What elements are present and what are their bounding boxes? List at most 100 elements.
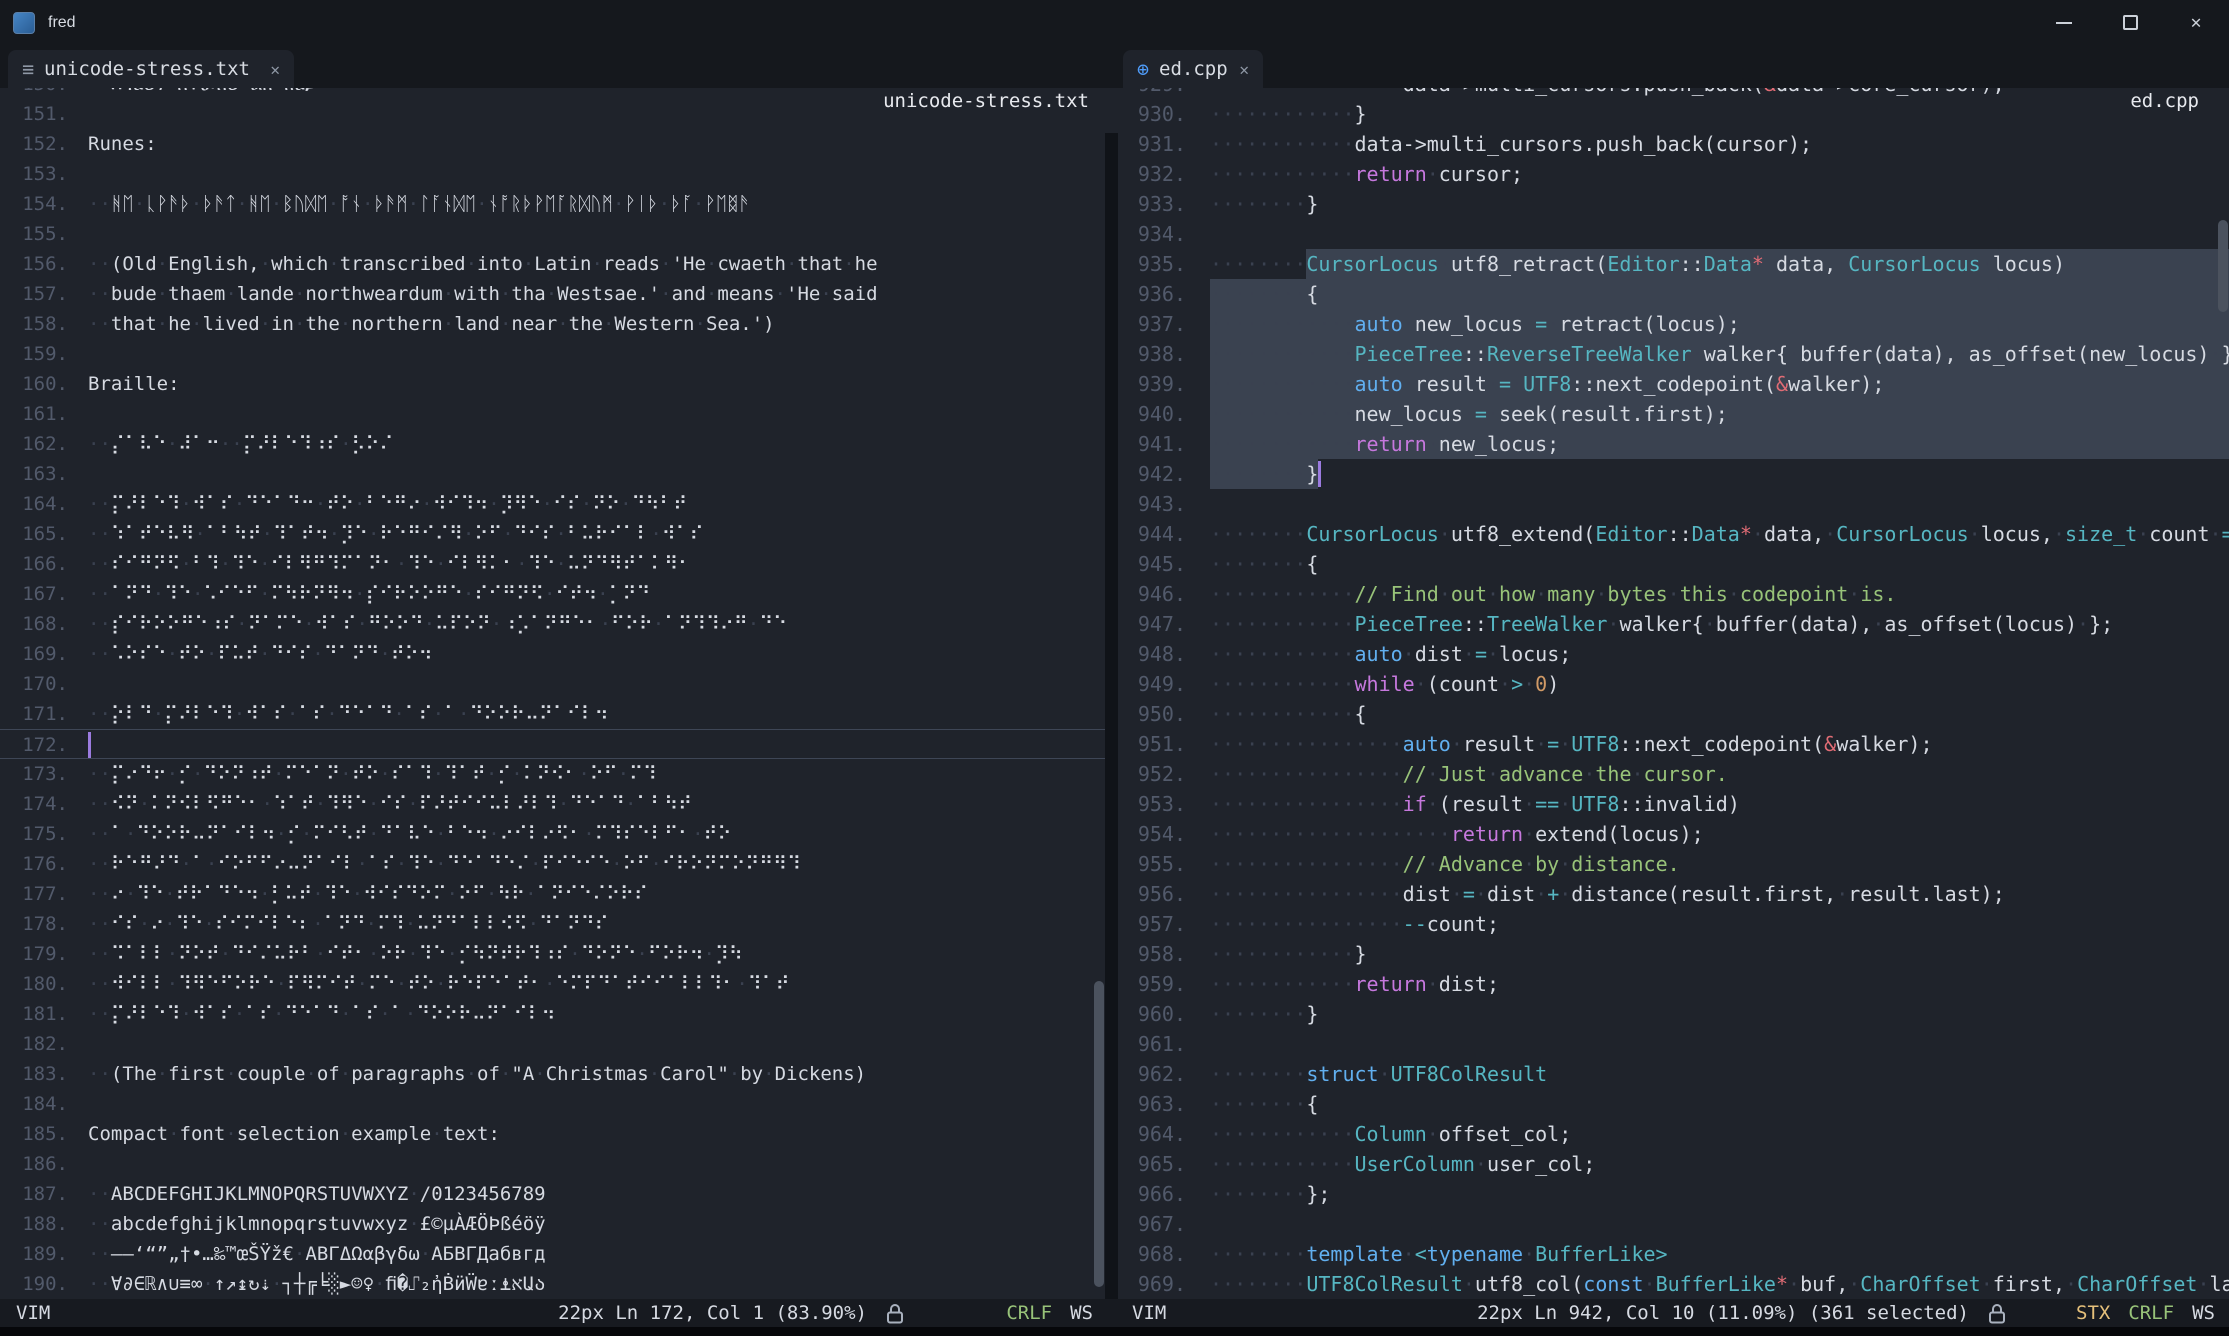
code-line[interactable]: 186. bbox=[0, 1149, 1105, 1179]
tab-ed-cpp[interactable]: ⊕ ed.cpp ✕ bbox=[1123, 50, 1263, 88]
code-line[interactable]: 936.········{ bbox=[1118, 279, 2229, 309]
code-line[interactable]: 960.········} bbox=[1118, 999, 2229, 1029]
code-line[interactable]: 156.··(Old·English,·which·transcribed·in… bbox=[0, 249, 1105, 279]
code-line[interactable]: 176.··⠗⠑⠛⠜⠙·⠁·⠊⠕⠋⠋⠔⠤⠝⠁⠊⠇·⠁⠎·⠹⠑·⠙⠑⠁⠙⠑⠌·⠏⠊… bbox=[0, 849, 1105, 879]
tab-unicode-stress-txt[interactable]: ≡ unicode-stress.txt ✕ bbox=[8, 50, 294, 88]
close-button[interactable]: ✕ bbox=[2163, 0, 2229, 45]
code-line[interactable]: 163. bbox=[0, 459, 1105, 489]
code-line[interactable]: 166.··⠎⠊⠛⠝⠫·⠃⠹·⠹⠑·⠊⠇⠻⠛⠹⠍⠁⠝⠂·⠹⠑·⠊⠇⠻⠅⠂·⠹⠑·… bbox=[0, 549, 1105, 579]
line-number: 964. bbox=[1130, 1119, 1186, 1149]
tab-close-icon[interactable]: ✕ bbox=[1239, 60, 1249, 79]
code-line[interactable]: 961. bbox=[1118, 1029, 2229, 1059]
status-flag-ws[interactable]: WS bbox=[2192, 1302, 2215, 1324]
code-line[interactable]: 965.············UserColumn·user_col; bbox=[1118, 1149, 2229, 1179]
code-line[interactable]: 942.········} bbox=[1118, 459, 2229, 489]
code-line[interactable]: 161. bbox=[0, 399, 1105, 429]
code-line[interactable]: 966.········}; bbox=[1118, 1179, 2229, 1209]
code-line[interactable]: 931.············data->multi_cursors.push… bbox=[1118, 129, 2229, 159]
code-line[interactable]: 160.Braille: bbox=[0, 369, 1105, 399]
code-line[interactable]: 954.····················return·extend(lo… bbox=[1118, 819, 2229, 849]
code-line[interactable]: 967. bbox=[1118, 1209, 2229, 1239]
code-line[interactable]: 963.········{ bbox=[1118, 1089, 2229, 1119]
code-line[interactable]: 948.············auto·dist·=·locus; bbox=[1118, 639, 2229, 669]
code-line[interactable]: 168.··⡎⠊⠗⠕⠕⠛⠑⠰⠎·⠝⠁⠍⠑·⠺⠁⠎·⠛⠕⠕⠙·⠥⠏⠕⠝·⠰⡡⠁⠝⠛… bbox=[0, 609, 1105, 639]
code-line[interactable]: 949.············while·(count·>·0) bbox=[1118, 669, 2229, 699]
code-line[interactable]: 158.··that·he·lived·in·the·northern·land… bbox=[0, 309, 1105, 339]
code-line[interactable]: 181.··⡍⠜⠇⠑⠹·⠺⠁⠎·⠁⠎·⠙⠑⠁⠙·⠁⠎·⠁·⠙⠕⠕⠗⠤⠝⠁⠊⠇⠲ bbox=[0, 999, 1105, 1029]
code-line[interactable]: 174.··⠪⠝·⠅⠝⠪⠇⠫⠛⠑⠂·⠱⠁⠞·⠹⠻⠑·⠊⠎·⠏⠜⠞⠊⠊⠥⠇⠜⠇⠹·… bbox=[0, 789, 1105, 819]
code-line[interactable]: 159. bbox=[0, 339, 1105, 369]
editor-pane-left[interactable]: 150.··እግርህን·በፍራሽህ·ልክ·ዘርጋ።151.152.Runes:1… bbox=[0, 88, 1105, 1299]
code-line[interactable]: 968.········template·<typename·BufferLik… bbox=[1118, 1239, 2229, 1269]
code-line[interactable]: 959.············return·dist; bbox=[1118, 969, 2229, 999]
vertical-scrollbar-thumb[interactable] bbox=[1094, 981, 1104, 1287]
code-line[interactable]: 155. bbox=[0, 219, 1105, 249]
code-line[interactable]: 183.··(The·first·couple·of·paragraphs·of… bbox=[0, 1059, 1105, 1089]
code-line[interactable]: 946.············//·Find·out·how·many·byt… bbox=[1118, 579, 2229, 609]
maximize-button[interactable] bbox=[2097, 0, 2163, 45]
code-line[interactable]: 169.··⠡⠕⠎⠑·⠞⠕·⠏⠥⠞·⠙⠊⠎·⠙⠁⠝⠙·⠞⠕⠲ bbox=[0, 639, 1105, 669]
code-line[interactable]: 964.············Column·offset_col; bbox=[1118, 1119, 2229, 1149]
code-line[interactable]: 153. bbox=[0, 159, 1105, 189]
code-line[interactable]: 167.··⠁⠝⠙·⠹⠑·⠡⠊⠑⠋·⠍⠳⠗⠝⠻⠲·⡎⠊⠗⠕⠕⠛⠑·⠎⠊⠛⠝⠫·⠊… bbox=[0, 579, 1105, 609]
code-line[interactable]: 154.··ᚻᛖ·ᚳᚹᚫᚦ·ᚦᚫᛏ·ᚻᛖ·ᛒᚢᛞᛖ·ᚩᚾ·ᚦᚫᛗ·ᛚᚪᚾᛞᛖ·ᚾ… bbox=[0, 189, 1105, 219]
code-line[interactable]: 152.Runes: bbox=[0, 129, 1105, 159]
code-line[interactable]: 180.··⠺⠊⠇⠇·⠹⠻⠑⠋⠕⠗⠑·⠏⠻⠍⠊⠞·⠍⠑·⠞⠕·⠗⠑⠏⠑⠁⠞⠂·⠑… bbox=[0, 969, 1105, 999]
code-line[interactable]: 190.··∀∂∈ℝ∧∪≡∞·↑↗↨↻⇣·┐┼╔╘░►☺♀·ﬁ�⑀₂ἠḂӥẄɐː… bbox=[0, 1269, 1105, 1299]
status-flag-crlf[interactable]: CRLF bbox=[2128, 1302, 2174, 1324]
code-line[interactable]: 165.··⠱⠁⠞⠑⠧⠻·⠁⠃⠳⠞·⠹⠁⠞⠲·⡹⠑·⠗⠑⠛⠊⠌⠻·⠕⠋·⠙⠊⠎·… bbox=[0, 519, 1105, 549]
lock-icon[interactable] bbox=[1989, 1303, 2005, 1324]
code-line[interactable]: 178.··⠊⠎·⠔·⠹⠑·⠎⠊⠍⠊⠇⠑⠆·⠁⠝⠙·⠍⠹·⠥⠝⠙⠁⠇⠇⠪⠫·⠙⠁… bbox=[0, 909, 1105, 939]
lock-icon[interactable] bbox=[887, 1303, 903, 1324]
code-line[interactable]: 935.········CursorLocus·utf8_retract(Edi… bbox=[1118, 249, 2229, 279]
code-line[interactable]: 944.········CursorLocus·utf8_extend(Edit… bbox=[1118, 519, 2229, 549]
code-line[interactable]: 933.········} bbox=[1118, 189, 2229, 219]
code-line[interactable]: 171.··⡕⠇⠙·⡍⠜⠇⠑⠹·⠺⠁⠎·⠁⠎·⠙⠑⠁⠙·⠁⠎·⠁·⠙⠕⠕⠗⠤⠝⠁… bbox=[0, 699, 1105, 729]
code-line[interactable]: 932.············return·cursor; bbox=[1118, 159, 2229, 189]
code-line[interactable]: 969.········UTF8ColResult·utf8_col(const… bbox=[1118, 1269, 2229, 1299]
code-line[interactable]: 187.··ABCDEFGHIJKLMNOPQRSTUVWXYZ·/012345… bbox=[0, 1179, 1105, 1209]
code-line[interactable]: 179.··⠩⠁⠇⠇·⠝⠕⠞·⠙⠊⠌⠥⠗⠃·⠊⠞⠂·⠕⠗·⠹⠑·⡊⠳⠝⠞⠗⠹⠰⠎… bbox=[0, 939, 1105, 969]
code-line[interactable]: 941.············return·new_locus; bbox=[1118, 429, 2229, 459]
vertical-scrollbar-thumb[interactable] bbox=[2218, 220, 2228, 312]
code-line[interactable]: 940.············new_locus·=·seek(result.… bbox=[1118, 399, 2229, 429]
code-line[interactable]: 162.··⡌⠁⠧⠑·⠼⠁⠒··⡍⠜⠇⠑⠹⠰⠎·⡣⠕⠌ bbox=[0, 429, 1105, 459]
code-line[interactable]: 172. bbox=[0, 729, 1105, 759]
code-line[interactable]: 934. bbox=[1118, 219, 2229, 249]
code-line[interactable]: 950.············{ bbox=[1118, 699, 2229, 729]
code-line[interactable]: 185.Compact·font·selection·example·text: bbox=[0, 1119, 1105, 1149]
code-line[interactable]: 956.················dist·=·dist·+·distan… bbox=[1118, 879, 2229, 909]
status-flag-crlf[interactable]: CRLF bbox=[1006, 1302, 1052, 1324]
code-line[interactable]: 173.··⡍⠔⠙⠖·⡊·⠙⠕⠝⠰⠞·⠍⠑⠁⠝·⠞⠕·⠎⠁⠹·⠹⠁⠞·⡊·⠅⠝⠪… bbox=[0, 759, 1105, 789]
code-line[interactable]: 177.··⠔·⠹⠑·⠞⠗⠁⠙⠑⠲·⡃⠥⠞·⠹⠑·⠺⠊⠎⠙⠕⠍·⠕⠋·⠳⠗·⠁⠝… bbox=[0, 879, 1105, 909]
code-line[interactable]: 184. bbox=[0, 1089, 1105, 1119]
minimize-button[interactable] bbox=[2031, 0, 2097, 45]
code-line[interactable]: 943. bbox=[1118, 489, 2229, 519]
code-line[interactable]: 947.············PieceTree::TreeWalker·wa… bbox=[1118, 609, 2229, 639]
code-line[interactable]: 955.················//·Advance·by·distan… bbox=[1118, 849, 2229, 879]
pane-splitter[interactable] bbox=[1105, 133, 1118, 1299]
code-line[interactable]: 945.········{ bbox=[1118, 549, 2229, 579]
code-line[interactable]: 182. bbox=[0, 1029, 1105, 1059]
code-line[interactable]: 189.··–—‘“”„†•…‰™œŠŸž€·ΑΒΓΔΩαβγδω·АБВГДа… bbox=[0, 1239, 1105, 1269]
code-line[interactable]: 953.················if·(result·==·UTF8::… bbox=[1118, 789, 2229, 819]
code-line[interactable]: 951.················auto·result·=·UTF8::… bbox=[1118, 729, 2229, 759]
code-line[interactable]: 929.················data->multi_cursors.… bbox=[1118, 88, 2229, 99]
code-line[interactable]: 164.··⡍⠜⠇⠑⠹·⠺⠁⠎·⠙⠑⠁⠙⠒·⠞⠕·⠃⠑⠛⠔·⠺⠊⠹⠲·⡹⠻⠑·⠊… bbox=[0, 489, 1105, 519]
tab-close-icon[interactable]: ✕ bbox=[270, 60, 280, 79]
code-line[interactable]: 938.············PieceTree::ReverseTreeWa… bbox=[1118, 339, 2229, 369]
code-line[interactable]: 957.················--count; bbox=[1118, 909, 2229, 939]
status-flag-stx[interactable]: STX bbox=[2076, 1302, 2110, 1324]
code-line[interactable]: 939.············auto·result·=·UTF8::next… bbox=[1118, 369, 2229, 399]
code-line[interactable]: 930.············} bbox=[1118, 99, 2229, 129]
code-line[interactable]: 157.··bude·thaem·lande·northweardum·with… bbox=[0, 279, 1105, 309]
code-line[interactable]: 962.········struct·UTF8ColResult bbox=[1118, 1059, 2229, 1089]
status-flag-ws[interactable]: WS bbox=[1070, 1302, 1093, 1324]
code-line[interactable]: 188.··abcdefghijklmnopqrstuvwxyz·£©µÀÆÖÞ… bbox=[0, 1209, 1105, 1239]
code-line[interactable]: 952.················//·Just·advance·the·… bbox=[1118, 759, 2229, 789]
code-line[interactable]: 937.············auto·new_locus·=·retract… bbox=[1118, 309, 2229, 339]
code-line[interactable]: 170. bbox=[0, 669, 1105, 699]
code-line[interactable]: 958.············} bbox=[1118, 939, 2229, 969]
code-line[interactable]: 175.··⠁·⠙⠕⠕⠗⠤⠝⠁⠊⠇⠲·⡊·⠍⠊⠣⠞·⠙⠁⠧⠑·⠃⠑⠲·⠔⠊⠇⠔⠫… bbox=[0, 819, 1105, 849]
editor-pane-right[interactable]: 929.················data->multi_cursors.… bbox=[1118, 88, 2229, 1299]
